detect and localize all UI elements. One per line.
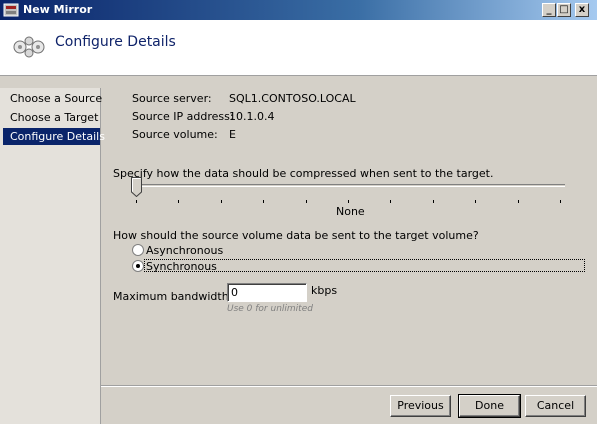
synchronous-label[interactable]: Synchronous (146, 260, 217, 273)
footer-separator (101, 385, 597, 387)
transfer-mode-prompt: How should the source volume data be sen… (113, 229, 479, 242)
window-title: New Mirror (23, 3, 93, 16)
mirror-app-icon (3, 3, 19, 17)
bandwidth-input[interactable] (227, 283, 307, 302)
previous-button[interactable]: Previous (390, 395, 451, 417)
wizard-header: Configure Details (0, 20, 597, 76)
slider-tick (305, 200, 307, 203)
wizard-steps-sidebar: Choose a Source Choose a Target Configur… (0, 88, 105, 424)
slider-tick (220, 200, 222, 203)
slider-tick (178, 200, 180, 203)
page-title: Configure Details (55, 34, 176, 50)
close-button[interactable]: x (575, 3, 589, 17)
slider-tick (475, 200, 477, 203)
step-choose-source[interactable]: Choose a Source (3, 90, 102, 107)
compression-value-label: None (336, 205, 365, 218)
source-server-value: SQL1.CONTOSO.LOCAL (229, 92, 356, 105)
step-configure-details[interactable]: Configure Details (3, 128, 105, 145)
bandwidth-hint: Use 0 for unlimited (227, 304, 313, 314)
radio-selected-dot (136, 264, 140, 268)
source-ip-label: Source IP address: (132, 110, 234, 123)
bandwidth-label: Maximum bandwidth: (113, 290, 233, 303)
source-server-label: Source server: (132, 92, 212, 105)
bandwidth-unit: kbps (311, 284, 338, 297)
slider-tick (263, 200, 265, 203)
maximize-button[interactable]: □ (557, 3, 571, 17)
compression-slider-track[interactable] (131, 184, 565, 187)
source-ip-value: 10.1.0.4 (229, 110, 275, 123)
source-volume-label: Source volume: (132, 128, 218, 141)
new-mirror-window: New Mirror _ □ x Configure Details Choos… (0, 0, 597, 424)
compression-prompt: Specify how the data should be compresse… (113, 167, 494, 180)
done-button[interactable]: Done (458, 394, 521, 418)
slider-tick (390, 200, 392, 203)
asynchronous-label[interactable]: Asynchronous (146, 244, 223, 257)
source-volume-value: E (229, 128, 236, 141)
slider-tick (136, 200, 137, 203)
title-bar[interactable]: New Mirror _ □ x (0, 0, 597, 20)
slider-tick (348, 200, 349, 203)
asynchronous-radio[interactable] (132, 244, 144, 256)
slider-tick (432, 200, 434, 203)
minimize-button[interactable]: _ (542, 3, 556, 17)
cancel-button[interactable]: Cancel (525, 395, 586, 417)
mirror-disks-icon (13, 36, 45, 58)
compression-slider-thumb[interactable] (131, 177, 142, 197)
step-choose-target[interactable]: Choose a Target (3, 109, 100, 126)
slider-tick (560, 200, 561, 203)
slider-tick (517, 200, 519, 203)
synchronous-radio[interactable] (132, 260, 144, 272)
